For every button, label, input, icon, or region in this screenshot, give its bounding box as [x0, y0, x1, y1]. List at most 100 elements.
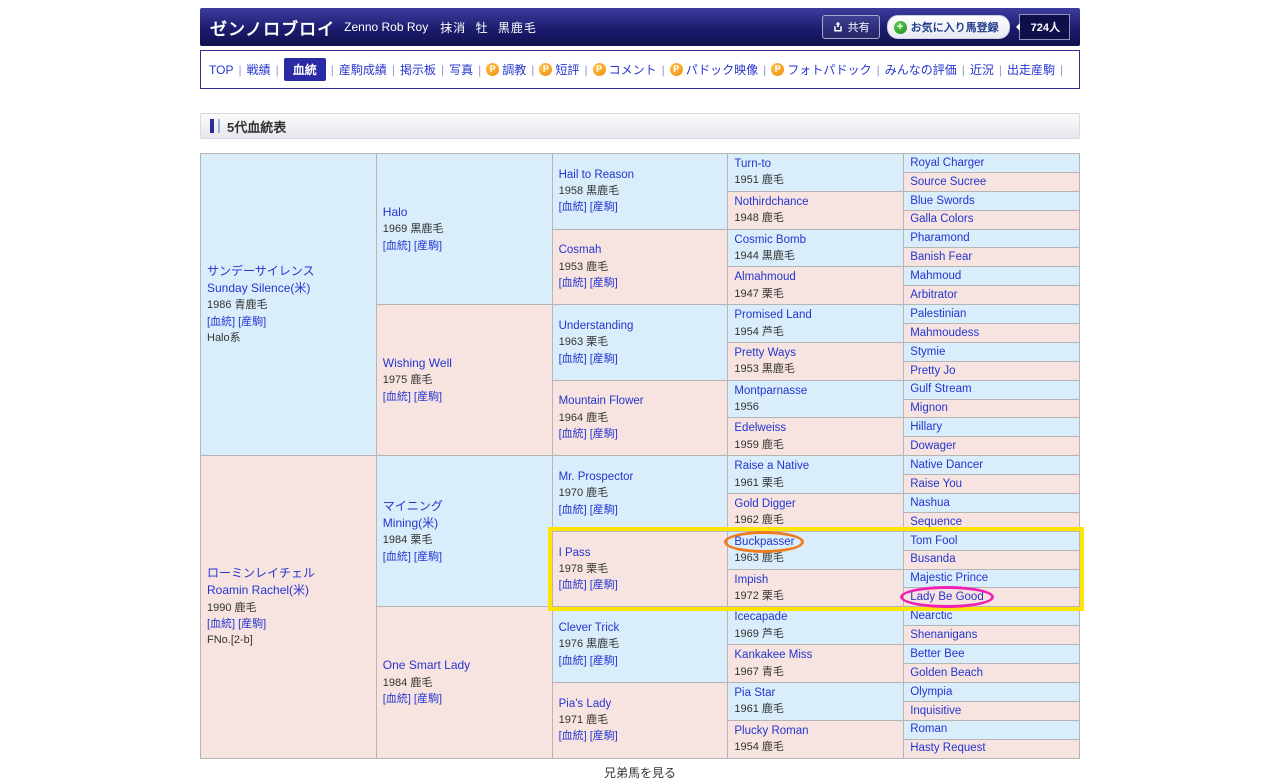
offspring-link[interactable]: [産駒] [414, 551, 442, 563]
horse-name-link[interactable]: Turn-to [734, 158, 771, 170]
tab-photos[interactable]: 写真 [449, 61, 473, 78]
offspring-link[interactable]: [産駒] [590, 201, 618, 213]
tab-short-review[interactable]: P 短評 [539, 61, 579, 78]
tab-offspring-results[interactable]: 産駒成績 [339, 61, 387, 78]
horse-name-link[interactable]: Pia's Lady [559, 698, 612, 710]
horse-name-link[interactable]: Icecapade [734, 611, 787, 623]
horse-name-link[interactable]: Tom Fool [910, 535, 957, 547]
offspring-link[interactable]: [産駒] [590, 428, 618, 440]
horse-name-link[interactable]: サンデーサイレンス [207, 264, 315, 278]
horse-name-link[interactable]: Pretty Jo [910, 365, 955, 377]
blood-link[interactable]: [血統] [383, 240, 411, 252]
horse-name-link[interactable]: Kankakee Miss [734, 649, 812, 661]
blood-link[interactable]: [血統] [559, 504, 587, 516]
horse-name-link[interactable]: Halo [383, 205, 408, 219]
horse-name-link[interactable]: マイニング [383, 499, 443, 513]
offspring-link[interactable]: [産駒] [414, 240, 442, 252]
horse-name-link[interactable]: Roman [910, 723, 947, 735]
horse-name-link[interactable]: ローミンレイチェル [207, 566, 315, 580]
tab-board[interactable]: 掲示板 [400, 61, 436, 78]
blood-link[interactable]: [血統] [207, 618, 235, 630]
offspring-link[interactable]: [産駒] [590, 504, 618, 516]
horse-name-link[interactable]: Golden Beach [910, 667, 983, 679]
horse-name-link[interactable]: Mahmoud [910, 270, 961, 282]
horse-name-link[interactable]: Lady Be Good [910, 591, 984, 603]
horse-name-link[interactable]: Hail to Reason [559, 169, 634, 181]
offspring-link[interactable]: [産駒] [238, 618, 266, 630]
tab-everyone-rating[interactable]: みんなの評価 [885, 61, 957, 78]
offspring-link[interactable]: [産駒] [590, 277, 618, 289]
horse-name-link[interactable]: Almahmoud [734, 271, 795, 283]
tab-comments[interactable]: P コメント [592, 61, 657, 78]
tab-pedigree[interactable]: 血統 [283, 58, 326, 81]
horse-name-link[interactable]: Edelweiss [734, 422, 786, 434]
blood-link[interactable]: [血統] [383, 551, 411, 563]
horse-name-link[interactable]: Mahmoudess [910, 327, 979, 339]
horse-name-link[interactable]: Pia Star [734, 687, 775, 699]
horse-name-link[interactable]: Cosmah [559, 244, 602, 256]
horse-name-link[interactable]: Mountain Flower [559, 395, 644, 407]
horse-name-link[interactable]: Raise a Native [734, 460, 809, 472]
horse-name-link[interactable]: Native Dancer [910, 459, 983, 471]
blood-link[interactable]: [血統] [559, 579, 587, 591]
horse-name-link[interactable]: Majestic Prince [910, 572, 988, 584]
horse-name-link[interactable]: Better Bee [910, 648, 964, 660]
tab-results[interactable]: 戦績 [247, 61, 271, 78]
horse-name-link[interactable]: Wishing Well [383, 356, 452, 370]
horse-name-link[interactable]: Cosmic Bomb [734, 234, 806, 246]
blood-link[interactable]: [血統] [559, 353, 587, 365]
horse-name-link[interactable]: Palestinian [910, 308, 966, 320]
tab-paddock-video[interactable]: P パドック映像 [669, 61, 758, 78]
horse-name-link[interactable]: Inquisitive [910, 705, 961, 717]
horse-name-link[interactable]: Busanda [910, 553, 955, 565]
blood-link[interactable]: [血統] [559, 655, 587, 667]
horse-name-en-link[interactable]: Roamin Rachel(米) [207, 583, 309, 597]
horse-name-link[interactable]: Blue Swords [910, 195, 975, 207]
horse-name-link[interactable]: One Smart Lady [383, 658, 470, 672]
horse-name-link[interactable]: Hasty Request [910, 742, 985, 754]
blood-link[interactable]: [血統] [559, 428, 587, 440]
horse-name-link[interactable]: Dowager [910, 440, 956, 452]
horse-name-link[interactable]: Galla Colors [910, 213, 973, 225]
horse-name-link[interactable]: Pretty Ways [734, 347, 796, 359]
offspring-link[interactable]: [産駒] [414, 391, 442, 403]
horse-name-link[interactable]: Arbitrator [910, 289, 957, 301]
share-button[interactable]: 共有 [821, 15, 880, 39]
offspring-link[interactable]: [産駒] [590, 579, 618, 591]
blood-link[interactable]: [血統] [207, 316, 235, 328]
horse-name-link[interactable]: Mignon [910, 402, 948, 414]
favorite-button[interactable]: お気に入り馬登録 [886, 15, 1010, 39]
horse-name-link[interactable]: Stymie [910, 346, 945, 358]
tab-photo-paddock[interactable]: P フォトパドック [771, 61, 872, 78]
horse-name-en-link[interactable]: Sunday Silence(米) [207, 281, 310, 295]
horse-name-en-link[interactable]: Mining(米) [383, 516, 438, 530]
horse-name-link[interactable]: Gold Digger [734, 498, 795, 510]
horse-name-link[interactable]: Shenanigans [910, 629, 977, 641]
tab-recent[interactable]: 近況 [970, 61, 994, 78]
tab-top[interactable]: TOP [209, 63, 233, 77]
horse-name-link[interactable]: Promised Land [734, 309, 811, 321]
horse-name-link[interactable]: Olympia [910, 686, 952, 698]
offspring-link[interactable]: [産駒] [238, 316, 266, 328]
blood-link[interactable]: [血統] [383, 693, 411, 705]
horse-name-link[interactable]: Raise You [910, 478, 962, 490]
horse-name-link[interactable]: Royal Charger [910, 157, 984, 169]
horse-name-link[interactable]: Mr. Prospector [559, 471, 634, 483]
horse-name-link[interactable]: Pharamond [910, 232, 969, 244]
offspring-link[interactable]: [産駒] [590, 730, 618, 742]
blood-link[interactable]: [血統] [559, 277, 587, 289]
horse-name-link[interactable]: Plucky Roman [734, 725, 808, 737]
horse-name-link[interactable]: Impish [734, 574, 768, 586]
blood-link[interactable]: [血統] [559, 201, 587, 213]
horse-name-link[interactable]: Montparnasse [734, 385, 807, 397]
tab-running-offspring[interactable]: 出走産駒 [1007, 61, 1055, 78]
offspring-link[interactable]: [産駒] [590, 655, 618, 667]
horse-name-link[interactable]: Sequence [910, 516, 962, 528]
horse-name-link[interactable]: Hillary [910, 421, 942, 433]
horse-name-link[interactable]: Understanding [559, 320, 634, 332]
offspring-link[interactable]: [産駒] [590, 353, 618, 365]
horse-name-link[interactable]: Nothirdchance [734, 196, 808, 208]
horse-name-link[interactable]: Banish Fear [910, 251, 972, 263]
horse-name-link[interactable]: Gulf Stream [910, 383, 971, 395]
horse-name-link[interactable]: Nashua [910, 497, 950, 509]
